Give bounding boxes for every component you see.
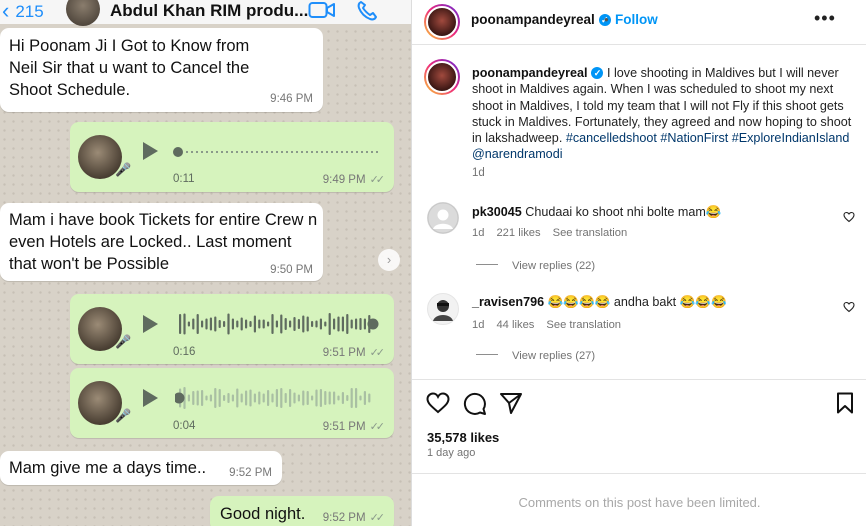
voice-duration: 0:11 xyxy=(173,173,195,185)
message-time: 9:52 PM xyxy=(229,467,272,479)
double-check-icon: ✓✓ xyxy=(369,174,386,186)
voice-duration: 0:16 xyxy=(173,346,196,358)
post-header: poonampandeyreal ✓ • Follow ••• xyxy=(412,0,866,45)
message-incoming[interactable]: Mam give me a days time.. 9:52 PM xyxy=(0,451,282,485)
chevron-right-icon: › xyxy=(386,252,392,267)
comment-text: _ravisen796 😂😂😂😂 andha bakt 😂😂😂 xyxy=(472,295,727,309)
audio-waveform[interactable] xyxy=(175,310,385,338)
see-translation-link[interactable]: See translation xyxy=(553,227,628,239)
comment-age: 1d xyxy=(472,319,485,331)
message-text: Hi Poonam Ji I Got to Know from Neil Sir… xyxy=(9,37,250,99)
caption-age: 1d xyxy=(472,167,485,179)
comment-meta: 1d 221 likes See translation xyxy=(472,227,639,239)
double-check-icon: ✓✓ xyxy=(369,421,386,433)
separator-dot: • xyxy=(604,12,609,27)
message-time: 9:51 PM ✓✓ xyxy=(322,347,386,359)
user-photo-icon xyxy=(433,300,453,321)
chevron-left-icon: ‹ xyxy=(2,0,10,23)
comment-likes[interactable]: 44 likes xyxy=(496,319,534,331)
caption-username[interactable]: poonampandeyreal xyxy=(472,66,587,80)
comment-text: pk30045 Chudaai ko shoot nhi bolte mam😂 xyxy=(472,205,722,219)
chat-header: ‹ 215 Abdul Khan RIM produ... xyxy=(0,0,411,26)
caption-avatar[interactable] xyxy=(424,59,460,95)
play-button[interactable] xyxy=(143,389,158,407)
microphone-icon: 🎤 xyxy=(115,408,132,423)
message-time: 9:51 PM ✓✓ xyxy=(322,421,386,433)
commenter-avatar[interactable] xyxy=(427,293,459,325)
post-username[interactable]: poonampandeyreal ✓ xyxy=(471,12,611,27)
follow-button[interactable]: Follow xyxy=(615,12,658,27)
contact-avatar[interactable] xyxy=(66,0,100,26)
audio-waveform[interactable] xyxy=(175,384,385,412)
comment-bubble-icon[interactable] xyxy=(463,392,487,416)
view-replies-button[interactable]: View replies (27) xyxy=(476,350,595,362)
voice-duration: 0:04 xyxy=(173,420,196,432)
comment-like-icon[interactable] xyxy=(843,301,855,313)
default-user-icon xyxy=(427,202,459,234)
message-incoming[interactable]: Mam i have book Tickets for entire Crew … xyxy=(0,203,323,281)
scroll-down-button[interactable]: › xyxy=(378,249,400,271)
commenter-avatar[interactable] xyxy=(427,202,459,234)
comment-username[interactable]: _ravisen796 xyxy=(472,295,544,309)
share-send-icon[interactable] xyxy=(499,392,523,414)
comment-like-icon[interactable] xyxy=(843,211,855,223)
microphone-icon: 🎤 xyxy=(115,162,132,177)
comment-age: 1d xyxy=(472,227,485,239)
message-text: Mam give me a days time.. xyxy=(9,459,207,477)
message-incoming[interactable]: Hi Poonam Ji I Got to Know from Neil Sir… xyxy=(0,28,323,112)
post-caption: poonampandeyreal ✓ I love shooting in Mal… xyxy=(472,65,860,163)
message-text: Good night. xyxy=(220,505,306,523)
message-time: 9:50 PM xyxy=(270,264,313,276)
comments-limited-notice: Comments on this post have been limited. xyxy=(518,495,761,510)
double-check-icon: ✓✓ xyxy=(369,512,386,524)
post-age: 1 day ago xyxy=(427,447,476,459)
message-time: 9:49 PM ✓✓ xyxy=(322,174,386,186)
save-bookmark-icon[interactable] xyxy=(835,392,855,414)
comment-likes[interactable]: 221 likes xyxy=(496,227,540,239)
profile-avatar[interactable] xyxy=(424,4,460,40)
message-outgoing[interactable]: Good night. 9:52 PM ✓✓ xyxy=(210,496,394,526)
like-count[interactable]: 35,578 likes xyxy=(427,430,499,445)
see-translation-link[interactable]: See translation xyxy=(546,319,621,331)
back-button[interactable]: ‹ 215 xyxy=(2,0,44,24)
play-button[interactable] xyxy=(143,315,158,333)
comment-meta: 1d 44 likes See translation xyxy=(472,319,633,331)
play-button[interactable] xyxy=(143,142,158,160)
contact-name[interactable]: Abdul Khan RIM produ... xyxy=(110,1,308,21)
more-icon[interactable]: ••• xyxy=(814,8,836,29)
divider xyxy=(412,379,866,380)
whatsapp-chat-panel: ‹ 215 Abdul Khan RIM produ... Hi Poonam … xyxy=(0,0,411,526)
voice-message-outgoing[interactable]: 🎤 0:04 9:51 PM ✓✓ xyxy=(70,368,394,438)
divider xyxy=(412,473,866,474)
like-heart-icon[interactable] xyxy=(426,392,450,414)
video-call-icon[interactable] xyxy=(308,0,336,20)
phone-call-icon[interactable] xyxy=(356,0,380,22)
audio-waveform[interactable] xyxy=(170,138,380,166)
message-time: 9:52 PM ✓✓ xyxy=(322,512,386,524)
voice-message-outgoing[interactable]: 🎤 0:11 9:49 PM ✓✓ xyxy=(70,122,394,192)
message-time: 9:46 PM xyxy=(270,93,313,105)
voice-message-outgoing[interactable]: 🎤 0:16 9:51 PM ✓✓ xyxy=(70,294,394,364)
verified-badge-icon: ✓ xyxy=(591,67,604,79)
microphone-icon: 🎤 xyxy=(115,334,132,349)
view-replies-button[interactable]: View replies (22) xyxy=(476,260,595,272)
comment-username[interactable]: pk30045 xyxy=(472,205,522,219)
unread-count: 215 xyxy=(15,2,44,21)
instagram-post-panel: poonampandeyreal ✓ • Follow ••• poonampan… xyxy=(411,0,866,526)
double-check-icon: ✓✓ xyxy=(369,347,386,359)
